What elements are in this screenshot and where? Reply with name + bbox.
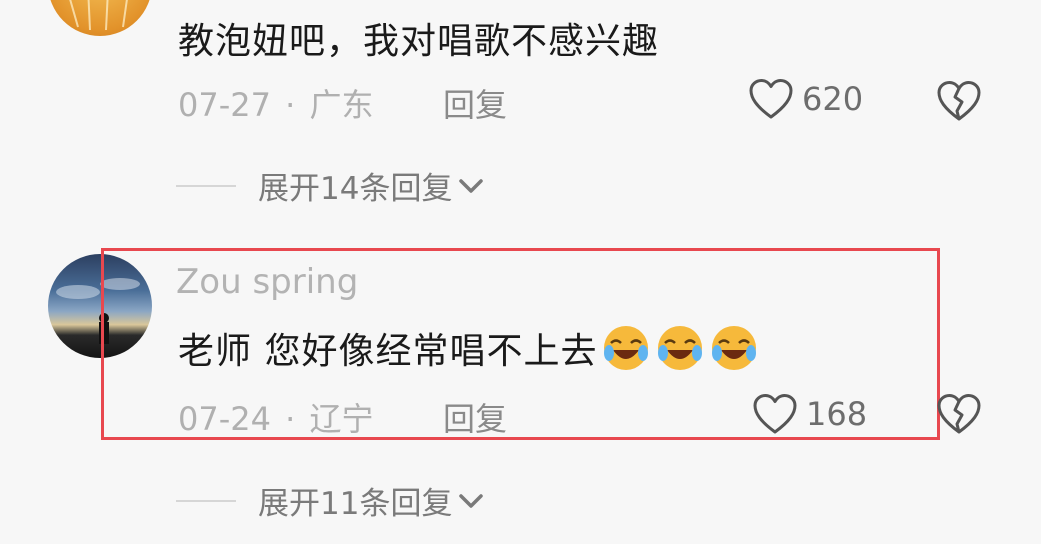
chevron-down-icon xyxy=(458,177,484,195)
laughing-crying-emoji xyxy=(601,323,651,373)
comment-text-content: 老师 您好像经常唱不上去 xyxy=(178,331,598,372)
expand-replies-label: 展开14条回复 xyxy=(258,171,453,207)
expand-replies-button[interactable]: 展开14条回复 xyxy=(176,163,484,208)
broken-heart-icon xyxy=(936,80,982,122)
comment-username[interactable]: Zou spring xyxy=(176,262,358,302)
dislike-button[interactable] xyxy=(936,80,982,122)
laughing-crying-emoji xyxy=(655,323,705,373)
like-button[interactable]: 168 xyxy=(752,393,867,435)
laughing-crying-emoji xyxy=(709,323,759,373)
heart-icon xyxy=(752,393,798,435)
comment-date: 07-24 xyxy=(178,400,271,438)
expand-divider-line xyxy=(176,499,236,502)
comment-meta: 07-24 · 辽宁 xyxy=(178,394,374,440)
comment-date: 07-27 xyxy=(178,86,271,124)
like-count: 168 xyxy=(806,395,868,433)
broken-heart-icon xyxy=(936,393,982,435)
avatar-pattern xyxy=(69,0,128,31)
meta-separator: · xyxy=(285,400,296,438)
expand-replies-label: 展开11条回复 xyxy=(258,486,453,522)
comment-text: 教泡妞吧，我对唱歌不感兴趣 xyxy=(178,21,660,62)
comment-location: 广东 xyxy=(309,86,374,124)
chevron-down-icon xyxy=(458,492,484,510)
like-count: 620 xyxy=(802,80,864,118)
expand-divider-line xyxy=(176,184,236,187)
reply-button[interactable]: 回复 xyxy=(443,394,507,440)
heart-icon xyxy=(748,78,794,120)
like-button[interactable]: 620 xyxy=(748,78,863,120)
comment-location: 辽宁 xyxy=(309,400,374,438)
comment-meta: 07-27 · 广东 xyxy=(178,80,374,126)
comment-text: 老师 您好像经常唱不上去 xyxy=(178,322,759,374)
meta-separator: · xyxy=(285,86,296,124)
commenter-avatar-1[interactable] xyxy=(48,0,152,36)
dislike-button[interactable] xyxy=(936,393,982,435)
reply-button[interactable]: 回复 xyxy=(443,80,507,126)
expand-replies-button[interactable]: 展开11条回复 xyxy=(176,478,484,523)
